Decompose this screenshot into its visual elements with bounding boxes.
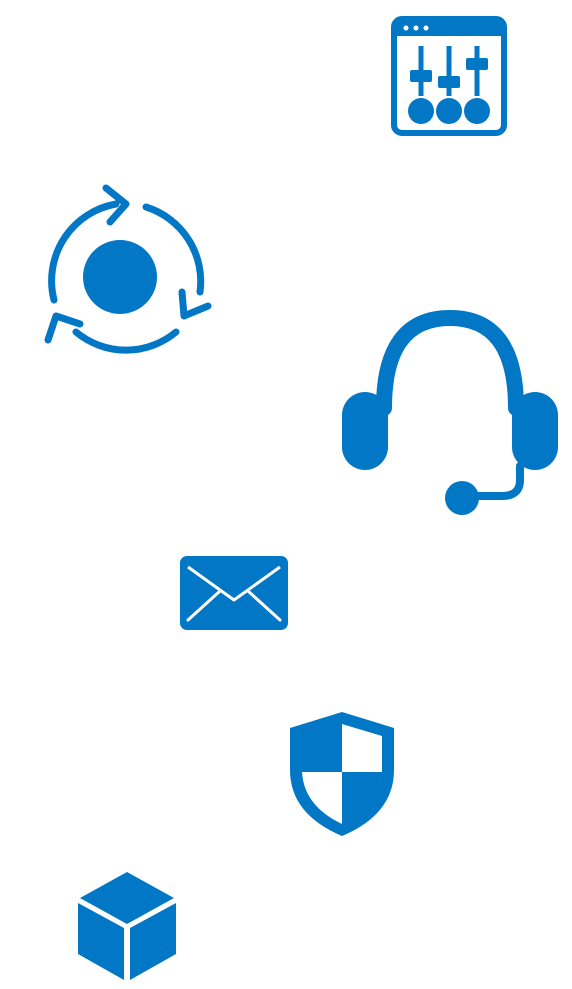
process-cycle-icon	[36, 182, 216, 362]
icon-canvas	[0, 0, 572, 989]
package-box-icon	[76, 870, 178, 982]
security-shield-icon	[286, 710, 398, 838]
mail-envelope-icon	[178, 554, 290, 632]
settings-panel-icon	[390, 16, 508, 138]
headset-support-icon	[340, 308, 560, 522]
